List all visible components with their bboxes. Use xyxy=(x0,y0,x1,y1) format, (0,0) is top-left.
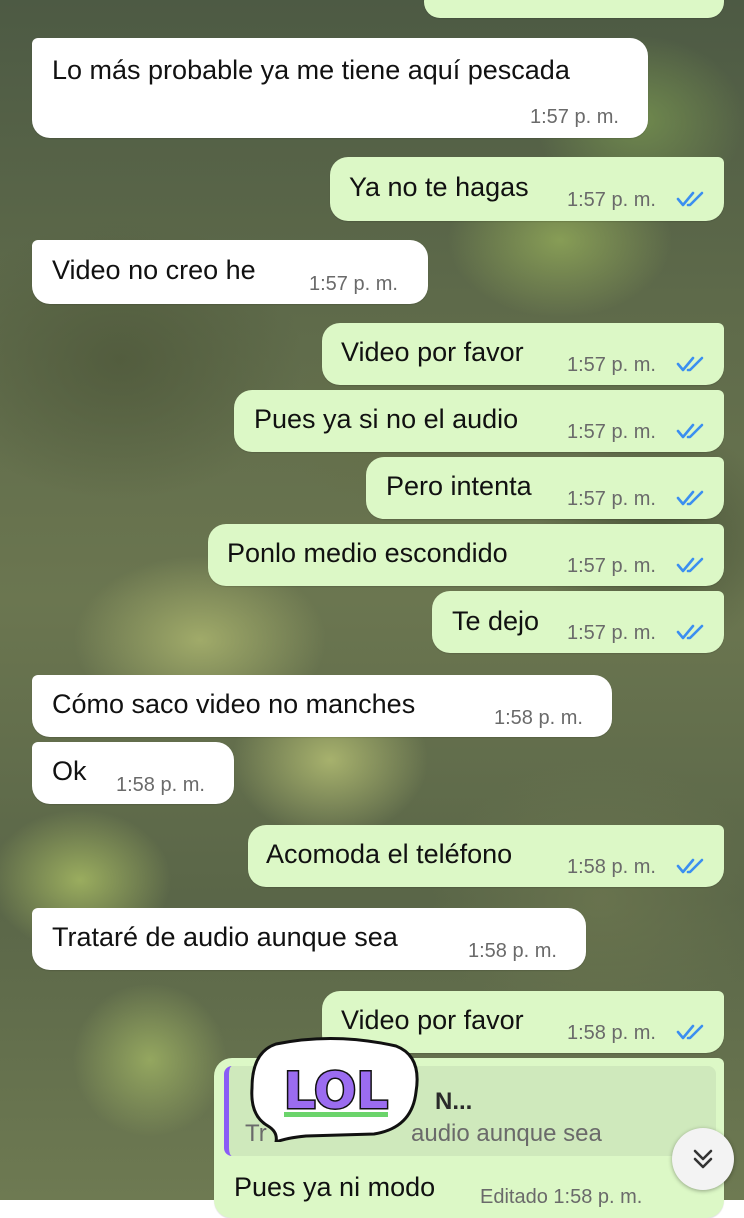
message-time: 1:57 p. m. xyxy=(567,555,656,577)
message-text: Video por favor xyxy=(341,1005,524,1035)
message-bubble-outgoing[interactable]: Ya no te hagas 1:57 p. m. xyxy=(330,157,724,221)
read-ticks-icon xyxy=(676,191,704,207)
message-text: Trataré de audio aunque sea xyxy=(52,922,398,952)
lol-sticker-text: LOL xyxy=(284,1062,388,1120)
message-bubble-partial[interactable] xyxy=(424,0,724,18)
message-bubble-incoming[interactable]: Lo más probable ya me tiene aquí pescada… xyxy=(32,38,648,138)
read-ticks-icon xyxy=(676,858,704,874)
lol-sticker-accent xyxy=(284,1112,388,1117)
read-ticks-icon xyxy=(676,490,704,506)
read-ticks-icon xyxy=(676,356,704,372)
message-time: 1:57 p. m. xyxy=(309,273,398,295)
message-text: Lo más probable ya me tiene aquí pescada xyxy=(52,55,570,85)
message-text: Acomoda el teléfono xyxy=(266,839,513,869)
message-text: Video por favor xyxy=(341,337,524,367)
message-time: 1:58 p. m. xyxy=(567,856,656,878)
message-text: Pero intenta xyxy=(386,471,532,501)
message-time: 1:57 p. m. xyxy=(567,488,656,510)
read-ticks-icon xyxy=(676,557,704,573)
message-time: 1:57 p. m. xyxy=(567,622,656,644)
scroll-to-bottom-button[interactable] xyxy=(672,1128,734,1190)
quoted-text: audio aunque sea xyxy=(411,1120,602,1147)
message-bubble-incoming[interactable]: Video no creo he 1:57 p. m. xyxy=(32,240,428,304)
message-time: 1:57 p. m. xyxy=(530,106,619,128)
message-text: Ok xyxy=(52,756,87,786)
message-bubble-incoming[interactable]: Trataré de audio aunque sea 1:58 p. m. xyxy=(32,908,586,970)
message-bubble-incoming[interactable]: Ok 1:58 p. m. xyxy=(32,742,234,804)
message-bubble-outgoing[interactable]: Video por favor 1:57 p. m. xyxy=(322,323,724,385)
message-time: 1:58 p. m. xyxy=(567,1022,656,1044)
read-ticks-icon xyxy=(676,624,704,640)
message-time: 1:58 p. m. xyxy=(116,774,205,796)
message-text: Ya no te hagas xyxy=(349,172,529,202)
message-bubble-outgoing[interactable]: Pues ya si no el audio 1:57 p. m. xyxy=(234,390,724,452)
message-text: Pues ya ni modo xyxy=(234,1172,436,1202)
lol-sticker[interactable]: LOL xyxy=(246,1036,422,1142)
read-ticks-icon xyxy=(676,423,704,439)
message-text: Video no creo he xyxy=(52,255,256,285)
message-text: Pues ya si no el audio xyxy=(254,404,519,434)
message-bubble-outgoing[interactable]: Ponlo medio escondido 1:57 p. m. xyxy=(208,524,724,586)
message-time: 1:57 p. m. xyxy=(567,421,656,443)
message-bubble-outgoing[interactable]: Pero intenta 1:57 p. m. xyxy=(366,457,724,519)
message-bubble-outgoing[interactable]: Acomoda el teléfono 1:58 p. m. xyxy=(248,825,724,887)
message-time: 1:57 p. m. xyxy=(567,354,656,376)
quoted-author: N... xyxy=(435,1088,473,1115)
chevron-double-down-icon xyxy=(693,1149,713,1169)
message-time: Editado 1:58 p. m. xyxy=(480,1186,643,1208)
message-bubble-outgoing[interactable]: Te dejo 1:57 p. m. xyxy=(432,591,724,653)
message-bubble-incoming[interactable]: Cómo saco video no manches 1:58 p. m. xyxy=(32,675,612,737)
message-time: 1:57 p. m. xyxy=(567,189,656,211)
message-text: Ponlo medio escondido xyxy=(227,538,508,568)
message-text: Te dejo xyxy=(452,606,540,636)
message-time: 1:58 p. m. xyxy=(494,707,583,729)
message-time: 1:58 p. m. xyxy=(468,940,557,962)
read-ticks-icon xyxy=(676,1024,704,1040)
message-text: Cómo saco video no manches xyxy=(52,689,416,719)
